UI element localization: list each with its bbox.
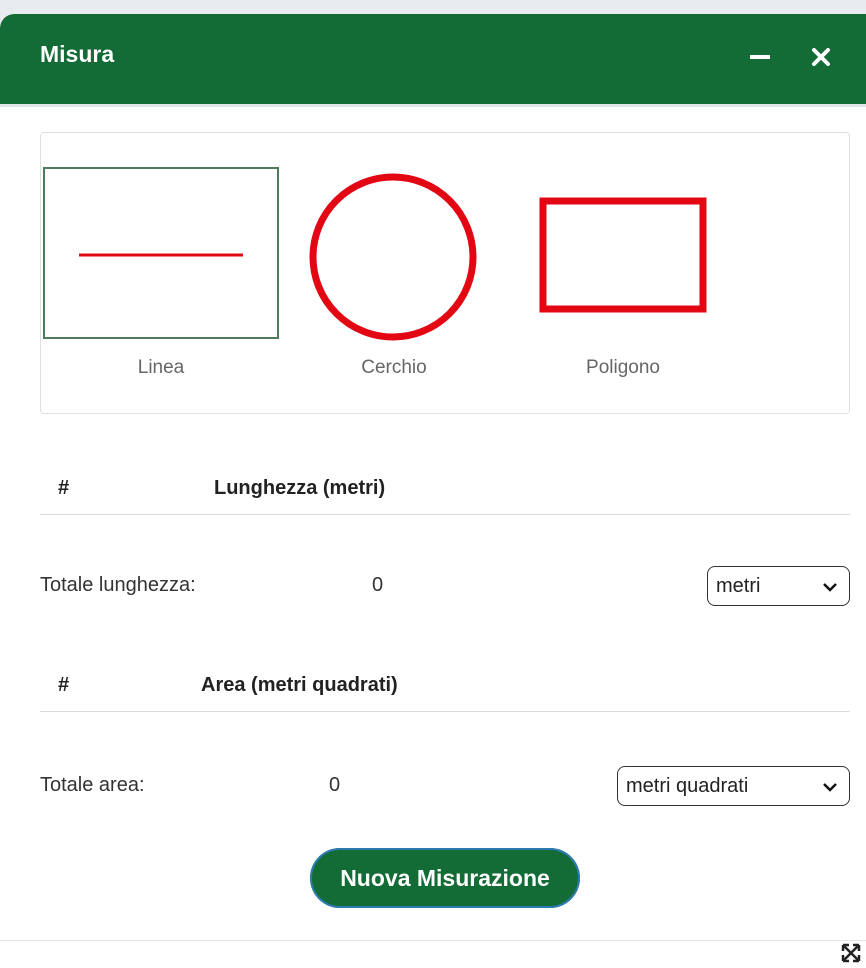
chevron-down-icon	[823, 583, 837, 592]
minimize-button[interactable]	[744, 36, 784, 76]
area-unit-select[interactable]: metri quadrati	[617, 766, 850, 806]
panel-header[interactable]: Misura	[0, 14, 866, 104]
polygon-tool-button[interactable]	[539, 197, 709, 317]
chevron-down-icon	[823, 783, 837, 792]
line-tool-label: Linea	[137, 357, 185, 378]
polygon-shape-icon	[539, 197, 707, 313]
length-index-header: #	[58, 477, 70, 499]
length-unit-value: metri	[716, 575, 761, 597]
resize-icon	[841, 943, 861, 963]
length-unit-select[interactable]: metri	[707, 566, 850, 606]
total-length-value: 0	[372, 574, 384, 596]
close-icon	[812, 48, 830, 66]
circle-tool-button[interactable]	[307, 171, 479, 343]
circle-shape-icon	[309, 173, 477, 341]
shape-selector: Linea Cerchio Poligono	[40, 132, 850, 414]
area-column-header: Area (metri quadrati)	[201, 674, 398, 696]
line-shape-icon	[79, 253, 243, 257]
length-table-header: # Lunghezza (metri)	[40, 465, 850, 515]
measure-panel: Misura Linea Cerchio Poligono # Lunghezz…	[0, 14, 866, 968]
circle-tool-label: Cerchio	[361, 357, 427, 378]
area-table-header: # Area (metri quadrati)	[40, 662, 850, 712]
area-unit-value: metri quadrati	[626, 775, 749, 797]
line-tool-button[interactable]	[43, 167, 279, 339]
minimize-icon	[750, 55, 770, 59]
total-area-value: 0	[329, 774, 341, 796]
total-area-label: Totale area:	[40, 774, 145, 796]
polygon-tool-label: Poligono	[586, 357, 660, 378]
length-column-header: Lunghezza (metri)	[214, 477, 386, 499]
area-index-header: #	[58, 674, 70, 696]
footer-divider	[0, 940, 866, 941]
resize-handle[interactable]	[840, 942, 862, 964]
total-length-label: Totale lunghezza:	[40, 574, 196, 596]
new-measurement-button[interactable]: Nuova Misurazione	[310, 848, 580, 908]
close-button[interactable]	[801, 36, 841, 76]
panel-title: Misura	[40, 41, 115, 67]
header-divider	[0, 104, 866, 107]
